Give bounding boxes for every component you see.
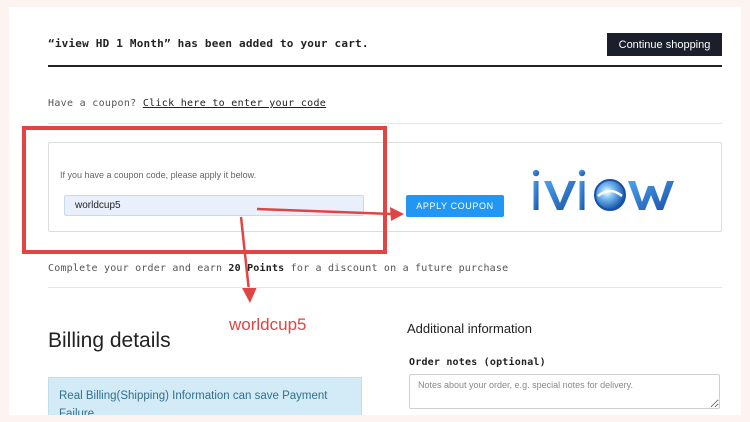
enter-coupon-link[interactable]: Click here to enter your code (143, 98, 326, 109)
notice-divider (48, 65, 722, 67)
coupon-prompt: Have a coupon? Click here to enter your … (48, 98, 326, 109)
checkout-page: “iview HD 1 Month” has been added to you… (9, 7, 741, 415)
points-prefix: Complete your order and earn (48, 263, 229, 274)
notice-product: “iview HD 1 Month” (48, 37, 171, 50)
order-notes-textarea[interactable] (409, 374, 720, 409)
billing-title: Billing details (48, 329, 171, 352)
points-message: Complete your order and earn 20 Points f… (48, 263, 508, 274)
arrow-down-head (242, 287, 257, 303)
iview-logo (532, 169, 674, 211)
additional-info-title: Additional information (407, 321, 533, 336)
points-divider (48, 287, 722, 288)
continue-shopping-button[interactable]: Continue shopping (607, 33, 722, 56)
points-amount: 20 Points (228, 263, 285, 274)
cart-notice: “iview HD 1 Month” has been added to you… (48, 37, 369, 50)
order-notes-label: Order notes (optional) (409, 357, 546, 368)
annotation-label: worldcup5 (229, 315, 307, 334)
billing-info-alert: Real Billing(Shipping) Information can s… (48, 377, 362, 415)
annotation-highlight-box (22, 126, 387, 254)
points-suffix: for a discount on a future purchase (284, 263, 509, 274)
coupon-prompt-text: Have a coupon? (48, 98, 143, 109)
coupon-divider (48, 123, 722, 124)
notice-message: has been added to your cart. (170, 37, 369, 50)
apply-coupon-button[interactable]: APPLY COUPON (406, 195, 504, 217)
